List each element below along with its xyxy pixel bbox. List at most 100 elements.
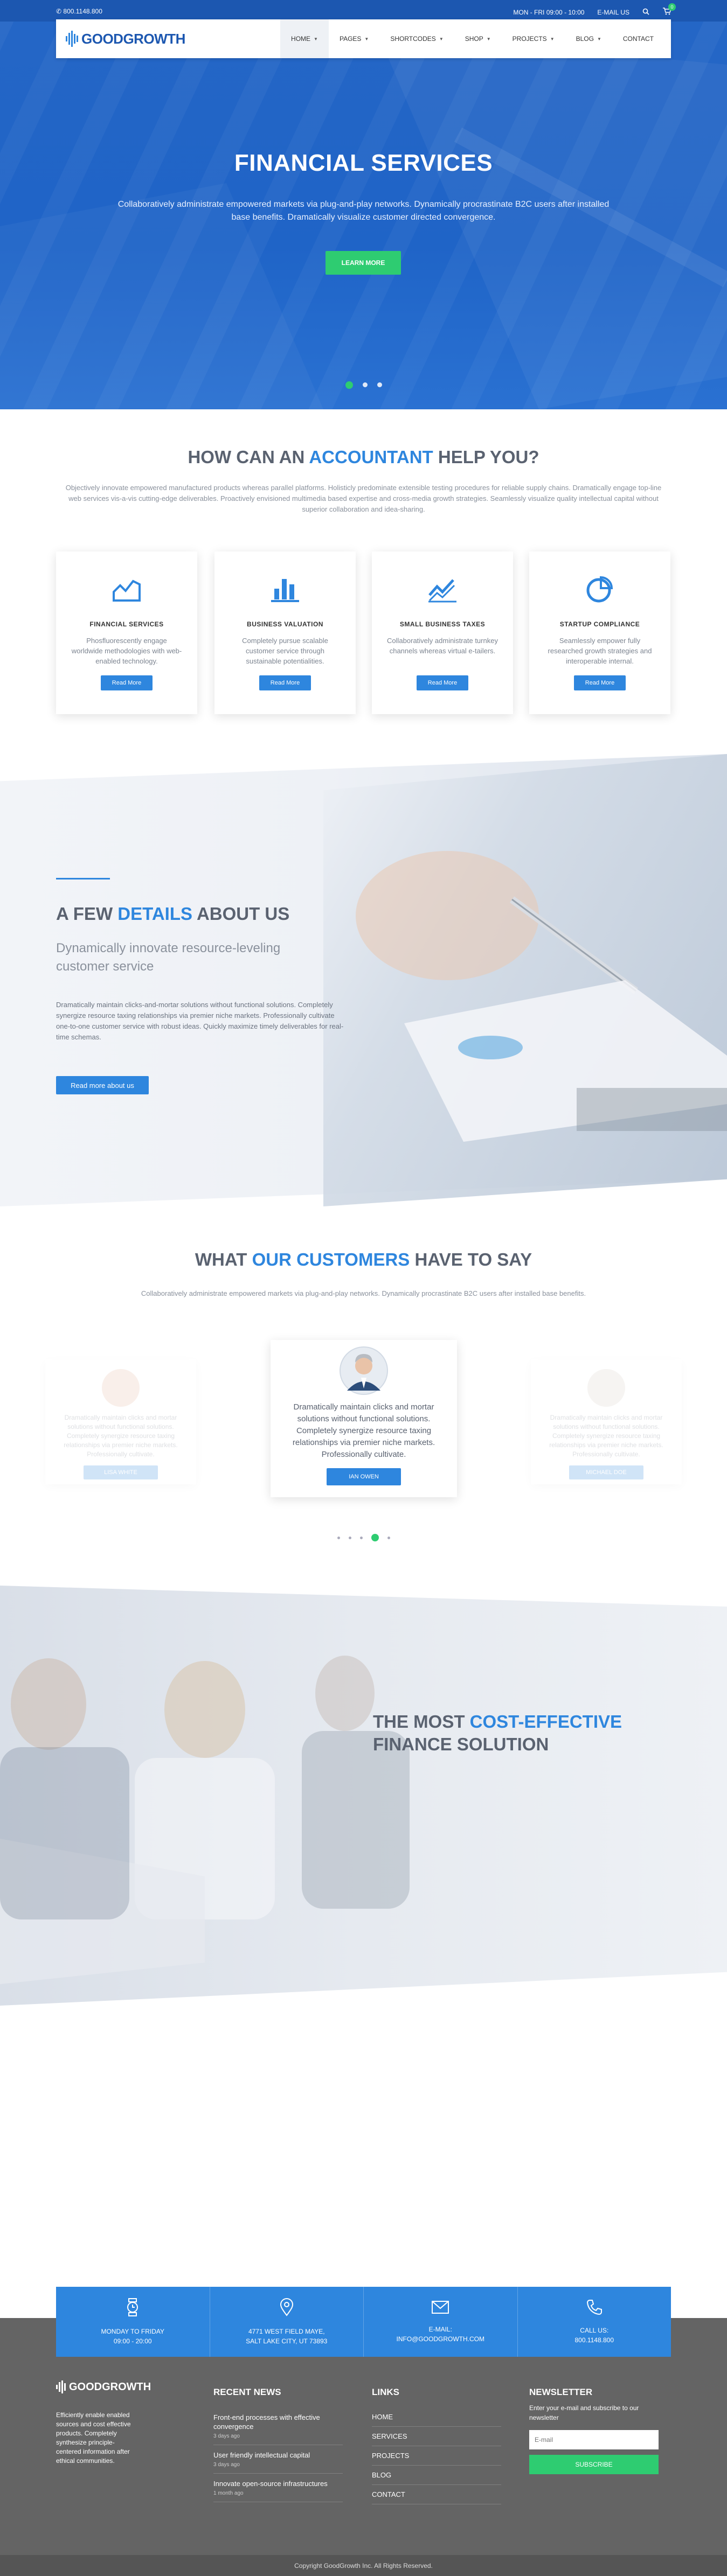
clock-icon (126, 2298, 139, 2319)
contact-item: CALL US: 800.1148.800 (518, 2287, 671, 2357)
nav-item-pages[interactable]: PAGES ▼ (329, 19, 379, 58)
about-title: A FEW DETAILS ABOUT US (56, 904, 290, 924)
footer-link-projects[interactable]: PROJECTS (372, 2446, 501, 2466)
about-subtitle: Dynamically innovate resource-leveling c… (56, 941, 281, 974)
caret-down-icon: ▼ (364, 36, 369, 41)
contact-item: 4771 WEST FIELD MAYE, SALT LAKE CITY, UT … (210, 2287, 364, 2357)
nav-item-label: SHORTCODES (390, 35, 436, 43)
news-title-link[interactable]: Innovate open-source infrastructures (213, 2479, 343, 2488)
nav-item-shop[interactable]: SHOP ▼ (454, 19, 502, 58)
service-card-text: Seamlessly empower fully researched grow… (548, 637, 652, 665)
logo-mark-icon (56, 2380, 66, 2393)
read-more-button[interactable]: Read More (101, 675, 153, 690)
newsletter-title: NEWSLETTER (529, 2387, 593, 2397)
recent-news-title: RECENT NEWS (213, 2387, 281, 2397)
hero-title: FINANCIAL SERVICES (234, 150, 493, 176)
slider-dot[interactable] (377, 382, 382, 387)
news-list: Front-end processes with effective conve… (213, 2407, 343, 2502)
nav-item-projects[interactable]: PROJECTS ▼ (502, 19, 565, 58)
newsletter-email-input[interactable] (529, 2430, 659, 2449)
learn-more-button[interactable]: LEARN MORE (326, 251, 401, 275)
slider-dots (0, 381, 727, 389)
contact-value[interactable]: INFO@GOODGROWTH.COM (397, 2334, 485, 2344)
phone-icon: ✆ (56, 8, 64, 15)
footer-link-home[interactable]: HOME (372, 2407, 501, 2427)
copyright: Copyright GoodGrowth Inc. All Rights Res… (0, 2555, 727, 2576)
logo[interactable]: GOODGROWTH (66, 31, 185, 47)
email-us-link[interactable]: E-MAIL US (597, 9, 629, 16)
news-date: 1 month ago (213, 2490, 244, 2496)
top-phone-number: 800.1148.800 (63, 8, 102, 15)
slider-dot[interactable] (359, 1536, 363, 1539)
testimonial-name-button[interactable]: IAN OWEN (327, 1468, 401, 1485)
about-photo (323, 754, 727, 1206)
service-card-title: BUSINESS VALUATION (247, 620, 323, 628)
cost-title: THE MOST COST-EFFECTIVE FINANCE SOLUTION (373, 1712, 622, 1754)
read-more-button[interactable]: Read More (574, 675, 626, 690)
logo-mark-icon (66, 31, 78, 47)
nav-item-shortcodes[interactable]: SHORTCODES ▼ (379, 19, 454, 58)
top-bar: ✆ 800.1148.800 MON - FRI 09:00 - 10:00 E… (0, 0, 727, 22)
footer-link-blog[interactable]: BLOG (372, 2466, 501, 2485)
contact-bar: MONDAY TO FRIDAY 09:00 - 20:00 4771 WEST F… (56, 2287, 671, 2357)
slider-dot-active[interactable] (371, 1534, 379, 1541)
service-card-title: FINANCIAL SERVICES (89, 620, 164, 628)
search-icon[interactable] (642, 8, 649, 17)
nav-item-label: SHOP (465, 35, 483, 43)
hero-text: Collaboratively administrate empowered m… (117, 200, 610, 222)
contact-value[interactable]: 800.1148.800 (574, 2335, 614, 2345)
service-card-text: Phosfluorescently engage worldwide metho… (71, 637, 182, 665)
nav-item-label: PAGES (339, 35, 362, 43)
testimonial-card: Dramatically maintain clicks and mortar … (45, 1359, 196, 1484)
newsletter: NEWSLETTER Enter your e-mail and subscri… (529, 2387, 659, 2474)
testimonial-text: Dramatically maintain clicks and mortar … (549, 1414, 663, 1458)
read-more-about-button[interactable]: Read more about us (56, 1076, 149, 1094)
footer-link-services[interactable]: SERVICES (372, 2427, 501, 2446)
testimonial-name-button[interactable]: MICHAEL DOE (569, 1465, 643, 1479)
nav-item-home[interactable]: HOME ▼ (280, 19, 329, 58)
phone-icon (586, 2299, 603, 2318)
subscribe-button[interactable]: SUBSCRIBE (529, 2455, 659, 2474)
main-navigation: GOODGROWTH HOME ▼ PAGES ▼ SHORTCODES ▼ SHOP ▼ PR… (56, 19, 671, 58)
footer-link-contact[interactable]: CONTACT (372, 2485, 501, 2504)
avatar (102, 1369, 140, 1407)
caret-down-icon: ▼ (439, 36, 444, 41)
about-divider (56, 878, 110, 879)
cart-icon[interactable]: 0 (662, 3, 676, 17)
avatar (587, 1369, 625, 1407)
slider-dot[interactable] (387, 1536, 390, 1539)
nav-item-blog[interactable]: BLOG ▼ (565, 19, 612, 58)
pen-and-chart-image (356, 851, 727, 1142)
service-card: BUSINESS VALUATION Completely pursue scal… (214, 551, 356, 714)
service-card-title: SMALL BUSINESS TAXES (399, 620, 486, 628)
contact-value: SALT LAKE CITY, UT 73893 (246, 2337, 328, 2345)
line-chart-icon (426, 573, 459, 605)
nav-item-contact[interactable]: CONTACT (612, 19, 664, 58)
news-title-link[interactable]: User friendly intellectual capital (213, 2451, 343, 2460)
nav-item-label: BLOG (576, 35, 594, 43)
news-title-link[interactable]: Front-end processes with effective conve… (213, 2413, 343, 2431)
read-more-button[interactable]: Read More (259, 675, 311, 690)
read-more-button[interactable]: Read More (417, 675, 468, 690)
slider-dot[interactable] (362, 382, 368, 387)
news-item: Innovate open-source infrastructures 1 mo… (213, 2474, 343, 2502)
service-card: SMALL BUSINESS TAXES Collaboratively admi… (372, 551, 513, 714)
footer-logo[interactable]: GOODGROWTH (56, 2380, 151, 2393)
slider-dot[interactable] (337, 1536, 340, 1539)
testimonial-dots (0, 1534, 727, 1541)
slider-dot[interactable] (345, 381, 353, 389)
top-phone: ✆ 800.1148.800 (56, 8, 102, 15)
caret-down-icon: ▼ (314, 36, 318, 41)
news-date: 3 days ago (213, 2462, 240, 2468)
testimonial-name-button[interactable]: LISA WHITE (84, 1465, 158, 1479)
recent-news: RECENT NEWS Front-end processes with eff… (213, 2387, 343, 2502)
slider-dot[interactable] (348, 1536, 351, 1539)
map-pin-icon (280, 2298, 294, 2319)
newsletter-text: Enter your e-mail and subscribe to our n… (529, 2404, 639, 2421)
caret-down-icon: ▼ (597, 36, 601, 41)
service-card-text: Collaboratively administrate turnkey cha… (387, 637, 498, 655)
service-card-text: Completely pursue scalable customer serv… (242, 637, 328, 665)
footer-logo-text: GOODGROWTH (69, 2380, 151, 2393)
footer-links: LINKS HOME SERVICES PROJECTS BLOG CONTACT (372, 2387, 501, 2504)
news-item: Front-end processes with effective conve… (213, 2407, 343, 2445)
